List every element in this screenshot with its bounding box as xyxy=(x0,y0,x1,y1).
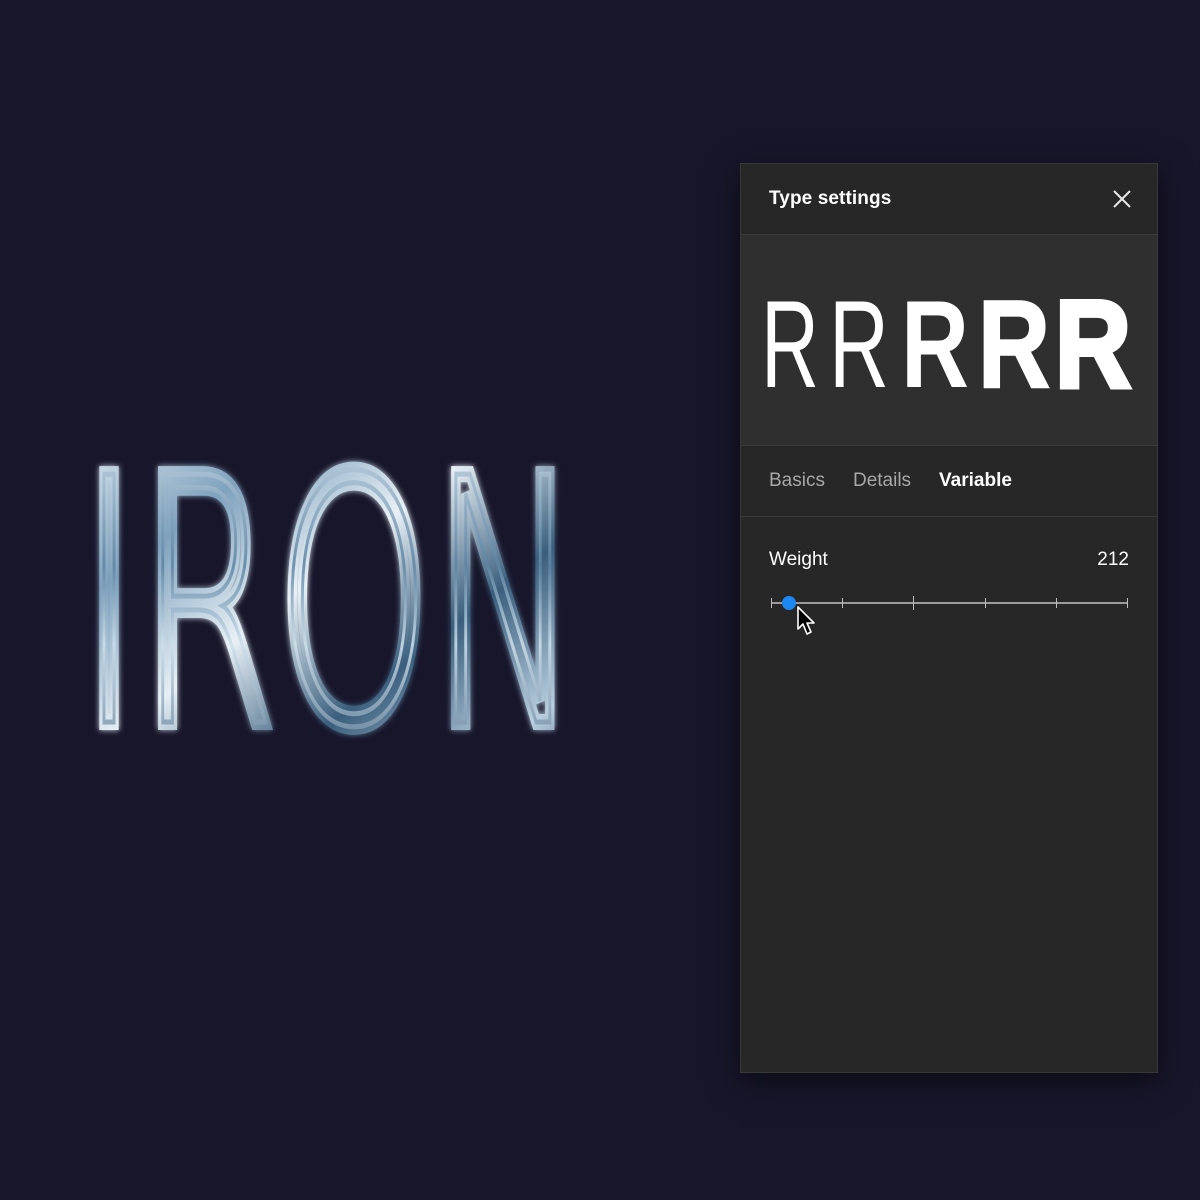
canvas: IRON IRON Type settings RRRRR Basics Det… xyxy=(0,0,1200,1200)
panel-header: Type settings xyxy=(741,164,1157,235)
slider-tick xyxy=(1127,598,1128,608)
preview-glyph-2: R xyxy=(829,276,889,414)
tab-bar: Basics Details Variable xyxy=(741,446,1157,517)
close-button[interactable] xyxy=(1109,186,1135,212)
preview-glyph-1: R xyxy=(761,276,819,414)
slider-track[interactable] xyxy=(771,602,1127,604)
weight-preview: RRRRR xyxy=(741,235,1157,446)
type-settings-panel: Type settings RRRRR Basics Details Varia… xyxy=(740,163,1158,1073)
slider-thumb[interactable] xyxy=(781,596,796,610)
panel-title: Type settings xyxy=(769,188,892,209)
pointer-cursor-icon xyxy=(796,605,818,642)
slider-tick xyxy=(1056,598,1057,608)
weight-slider[interactable] xyxy=(771,593,1129,613)
slider-tick xyxy=(771,598,772,608)
iron-word-highlight: IRON xyxy=(80,440,580,760)
tab-basics[interactable]: Basics xyxy=(769,470,825,492)
slider-tick xyxy=(842,598,843,608)
weight-label: Weight xyxy=(769,549,828,570)
slider-tick xyxy=(985,598,986,608)
close-icon xyxy=(1113,190,1131,208)
weight-value[interactable]: 212 xyxy=(1097,549,1129,571)
weight-control: Weight 212 xyxy=(741,517,1157,635)
tab-variable[interactable]: Variable xyxy=(939,470,1012,492)
preview-glyph-3: R xyxy=(901,276,969,414)
preview-glyph-4: R xyxy=(978,276,1050,414)
tab-details[interactable]: Details xyxy=(853,470,911,492)
preview-glyph-5: R xyxy=(1055,276,1131,414)
slider-tick xyxy=(913,596,914,610)
iron-artwork[interactable]: IRON IRON xyxy=(60,440,600,760)
